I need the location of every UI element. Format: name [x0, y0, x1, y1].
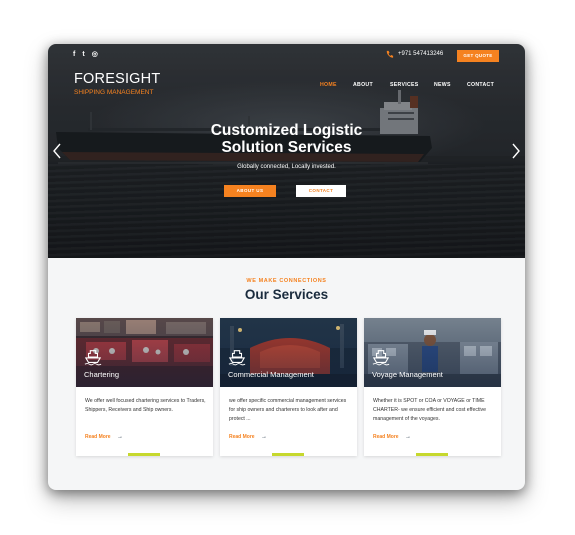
contact-button[interactable]: CONTACT: [296, 185, 346, 197]
nav-services[interactable]: SERVICES: [390, 82, 419, 88]
service-card-commercial-management[interactable]: Commercial Management we offer specific …: [220, 318, 357, 456]
ship-icon: [228, 350, 246, 366]
facebook-icon[interactable]: f: [73, 51, 75, 59]
logo-name[interactable]: FORESIGHT: [74, 71, 160, 87]
browser-mockup-frame: f t ◎ +971 547413246 GET QUOTE FORESIGHT…: [48, 44, 525, 490]
service-title[interactable]: Chartering: [84, 370, 119, 379]
arrow-right-icon[interactable]: →: [261, 434, 267, 440]
service-title[interactable]: Voyage Management: [372, 370, 443, 379]
hero-slider: f t ◎ +971 547413246 GET QUOTE FORESIGHT…: [48, 44, 525, 258]
about-us-button[interactable]: ABOUT US: [224, 185, 276, 197]
card-accent-bar: [272, 453, 304, 456]
ship-icon: [84, 350, 102, 366]
services-heading: Our Services: [244, 287, 329, 302]
twitter-icon[interactable]: t: [82, 51, 84, 59]
get-quote-button[interactable]: GET QUOTE: [457, 50, 499, 62]
service-title[interactable]: Commercial Management: [228, 370, 314, 379]
service-description: We offer well focused chartering service…: [85, 398, 206, 413]
card-accent-bar: [128, 453, 160, 456]
top-bar: f t ◎ +971 547413246 GET QUOTE: [48, 44, 525, 66]
services-kicker: WE MAKE CONNECTIONS: [246, 278, 327, 284]
hero-subtitle: Globally connected, Locally invested.: [237, 164, 336, 170]
nav-news[interactable]: NEWS: [434, 82, 451, 88]
arrow-right-icon[interactable]: →: [405, 434, 411, 440]
service-description: Whether it is SPOT or COA or VOYAGE or T…: [373, 398, 487, 422]
read-more-link[interactable]: Read More: [229, 434, 255, 440]
hero-title-line2: Solution Services: [221, 139, 352, 156]
nav-about[interactable]: ABOUT: [353, 82, 373, 88]
chevron-right-icon[interactable]: [511, 142, 521, 160]
nav-home[interactable]: HOME: [320, 82, 337, 88]
phone-icon: [386, 50, 394, 58]
instagram-icon[interactable]: ◎: [92, 51, 98, 59]
hero-title-line1: Customized Logistic: [210, 122, 363, 139]
chevron-left-icon[interactable]: [52, 142, 62, 160]
service-description: we offer specific commercial management …: [229, 398, 347, 422]
ship-icon: [372, 350, 390, 366]
service-card-chartering[interactable]: Chartering We offer well focused charter…: [76, 318, 213, 456]
card-accent-bar: [416, 453, 448, 456]
read-more-link[interactable]: Read More: [85, 434, 111, 440]
social-links: f t ◎: [73, 51, 98, 59]
arrow-right-icon[interactable]: →: [117, 434, 123, 440]
logo-tagline: SHIPPING MANAGEMENT: [74, 89, 154, 96]
read-more-link[interactable]: Read More: [373, 434, 399, 440]
service-card-voyage-management[interactable]: Voyage Management Whether it is SPOT or …: [364, 318, 501, 456]
nav-contact[interactable]: CONTACT: [467, 82, 494, 88]
phone-number[interactable]: +971 547413246: [398, 51, 443, 57]
